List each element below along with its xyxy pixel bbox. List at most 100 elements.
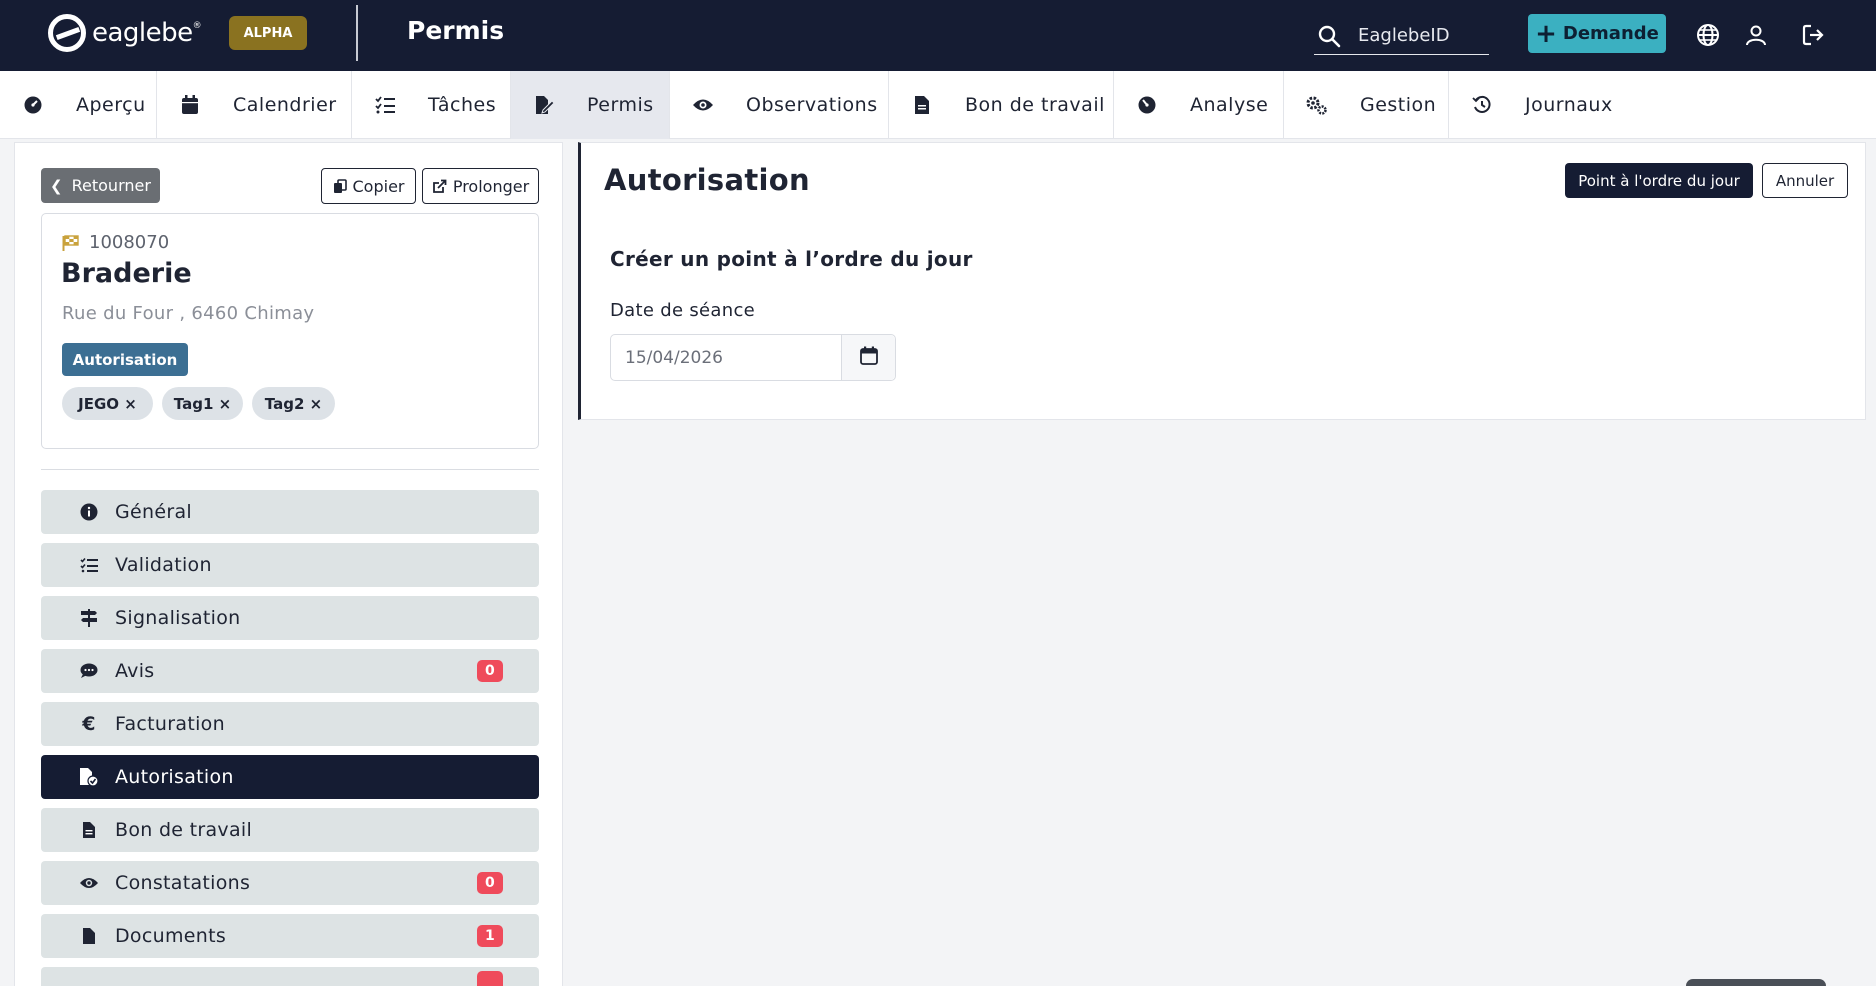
authorization-panel: Autorisation Point à l'ordre du jour Ann… [578,142,1866,420]
logo-text: eaglebe [92,18,193,48]
menu-label: Signalisation [115,607,241,629]
task-list-icon [370,96,400,114]
menu-item-signalisation[interactable]: Signalisation [41,596,539,640]
comments-icon [77,663,101,679]
signpost-icon [77,609,101,627]
menu-item-general[interactable]: Général [41,490,539,534]
extend-button[interactable]: Prolonger [422,168,539,204]
count-badge: 0 [477,660,503,682]
external-link-icon [432,179,447,194]
tab-taches[interactable]: Tâches [352,71,511,139]
tab-journaux[interactable]: Journaux [1449,71,1619,139]
date-field [610,334,896,381]
eye-icon [688,97,718,113]
menu-label: Général [115,501,192,523]
tab-label: Observations [746,94,878,116]
menu-label: Validation [115,554,212,576]
count-badge: 1 [477,925,503,947]
tag-chip[interactable]: Tag1 × [162,387,243,420]
panel-title: Autorisation [604,163,810,197]
gauge-icon [1132,95,1162,115]
tab-permis[interactable]: Permis [511,71,670,139]
eye-icon [77,876,101,890]
file-icon [77,927,101,945]
menu-item-partial[interactable] [41,967,539,986]
search-icon[interactable] [1314,24,1344,48]
tag-chip[interactable]: Tag2 × [252,387,335,420]
menu-item-facturation[interactable]: € Facturation [41,702,539,746]
main-navigation: Aperçu Calendrier Tâches Permis Observat… [0,71,1876,139]
tab-calendrier[interactable]: Calendrier [157,71,352,139]
tab-bon-de-travail[interactable]: Bon de travail [889,71,1114,139]
menu-label: Autorisation [115,766,234,788]
status-badge: Autorisation [62,343,188,376]
calendar-icon [175,95,205,115]
copy-icon [333,178,347,194]
form-heading: Créer un point à l’ordre du jour [610,247,973,271]
tab-analyse[interactable]: Analyse [1114,71,1284,139]
tab-label: Calendrier [233,94,337,116]
search-input[interactable]: EaglebeID [1358,25,1450,46]
permit-card: 1008070 Braderie Rue du Four , 6460 Chim… [41,213,539,449]
logo-icon [48,14,86,52]
logout-icon[interactable] [1798,20,1828,50]
menu-item-bon-de-travail[interactable]: Bon de travail [41,808,539,852]
page-title: Permis [407,16,505,45]
file-check-icon [77,767,101,787]
tab-observations[interactable]: Observations [670,71,889,139]
floating-widget[interactable] [1686,979,1826,986]
menu-item-avis[interactable]: Avis 0 [41,649,539,693]
menu-item-autorisation[interactable]: Autorisation [41,755,539,799]
permit-id-value: 1008070 [89,232,170,253]
tab-apercu[interactable]: Aperçu [0,71,157,139]
env-badge: ALPHA [229,16,307,50]
menu-label: Facturation [115,713,225,735]
menu-item-constatations[interactable]: Constatations 0 [41,861,539,905]
document-icon [907,95,937,115]
permit-title: Braderie [61,258,192,289]
new-request-button[interactable]: + Demande [1528,14,1666,53]
tab-label: Journaux [1525,94,1613,116]
tab-gestion[interactable]: Gestion [1284,71,1449,139]
date-input[interactable] [611,335,841,380]
count-badge [477,971,503,986]
plus-icon: + [1535,18,1557,49]
permit-edit-icon [529,95,559,115]
gears-icon [1302,95,1332,115]
euro-icon: € [82,713,96,735]
tab-label: Tâches [428,94,497,116]
top-bar: eaglebe ® ALPHA Permis EaglebeID + Demand… [0,0,1876,71]
globe-icon[interactable] [1693,20,1723,50]
eaglebe-logo[interactable]: eaglebe ® [48,14,202,52]
divider [356,5,358,61]
tag-chip[interactable]: JEGO × [62,387,153,420]
new-request-label: Demande [1562,23,1659,44]
date-label: Date de séance [610,300,756,321]
back-label: Retourner [71,176,151,195]
copy-button[interactable]: Copier [321,168,416,204]
count-badge: 0 [477,872,503,894]
permit-id: 1008070 [62,232,169,253]
history-icon [1467,95,1497,115]
search-box[interactable]: EaglebeID [1314,17,1489,55]
tab-label: Permis [587,94,654,116]
back-button[interactable]: ❮ Retourner [41,168,160,203]
extend-label: Prolonger [452,176,530,196]
cancel-button[interactable]: Annuler [1762,163,1848,198]
tab-label: Gestion [1360,94,1437,116]
tab-label: Aperçu [76,94,146,116]
checklist-icon [77,557,101,573]
menu-item-documents[interactable]: Documents 1 [41,914,539,958]
menu-label: Avis [115,660,155,682]
permit-address: Rue du Four , 6460 Chimay [62,303,315,324]
calendar-button[interactable] [841,335,895,380]
user-icon[interactable] [1741,20,1771,50]
document-icon [77,821,101,839]
copy-label: Copier [352,176,405,196]
calendar-icon [859,346,878,369]
info-icon [77,503,101,521]
menu-item-validation[interactable]: Validation [41,543,539,587]
dashboard-icon [18,95,48,115]
agenda-item-button[interactable]: Point à l'ordre du jour [1565,163,1753,198]
menu-label: Bon de travail [115,819,253,841]
